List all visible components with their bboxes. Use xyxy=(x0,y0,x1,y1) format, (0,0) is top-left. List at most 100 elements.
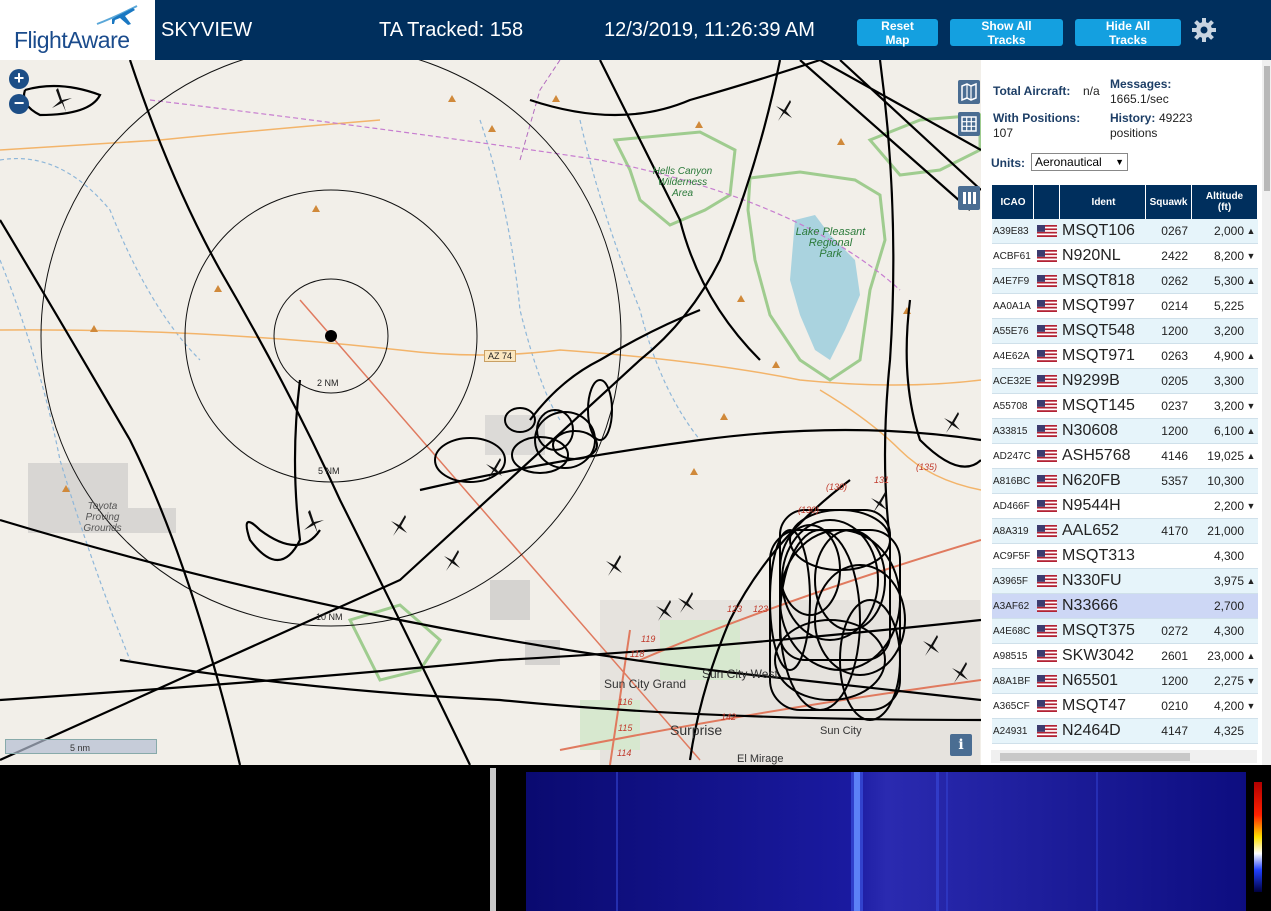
columns-toggle-button[interactable] xyxy=(958,186,980,210)
cell-altitude: 5,225 xyxy=(1192,294,1258,318)
sidebar-vertical-scroll-thumb[interactable] xyxy=(1264,66,1270,191)
table-row[interactable]: AC9F5F MSQT313 4,300 xyxy=(992,544,1258,569)
place-label-el-mirage: El Mirage xyxy=(737,753,784,765)
cell-ident: MSQT145 xyxy=(1062,397,1135,414)
altitude-value: 3,300 xyxy=(1213,374,1244,388)
zoom-in-button[interactable]: + xyxy=(9,69,29,89)
info-button[interactable]: i xyxy=(950,734,972,756)
cell-ident: MSQT106 xyxy=(1062,222,1135,239)
skyview-app: FlightAware SKYVIEW TA Tracked: 158 12/3… xyxy=(0,0,1271,911)
cell-ident: N65501 xyxy=(1062,672,1119,689)
col-header-icao[interactable]: ICAO xyxy=(992,185,1034,219)
table-row[interactable]: A4E68C MSQT375 0272 4,300 xyxy=(992,619,1258,644)
cell-icao: A33815 xyxy=(993,425,1028,437)
cell-icao: A816BC xyxy=(993,475,1031,487)
gear-icon[interactable] xyxy=(1191,17,1217,43)
messages-value: 1665.1/sec xyxy=(1110,92,1169,106)
table-row[interactable]: A3965F N330FU 3,975 ▲ xyxy=(992,569,1258,594)
cell-squawk: 0262 xyxy=(1161,274,1188,288)
altitude-value: 19,025 xyxy=(1207,449,1244,463)
cell-altitude: 3,300 xyxy=(1192,369,1258,393)
us-flag-icon xyxy=(1034,469,1060,493)
table-row[interactable]: A365CF MSQT47 0210 4,200 ▼ xyxy=(992,694,1258,719)
cell-icao: ACBF61 xyxy=(993,250,1031,262)
table-row[interactable]: A4E62A MSQT971 0263 4,900 ▲ xyxy=(992,344,1258,369)
altitude-trend-icon: ▲ xyxy=(1246,351,1256,361)
aircraft-sidebar: Total Aircraft: n/a Messages: 1665.1/sec… xyxy=(981,60,1271,765)
place-label-hells-canyon: Hells Canyon Wilderness Area xyxy=(652,166,713,199)
us-flag-icon xyxy=(1034,319,1060,343)
reset-map-button[interactable]: Reset Map xyxy=(857,19,938,47)
table-row[interactable]: A33815 N30608 1200 6,100 ▲ xyxy=(992,419,1258,444)
table-row[interactable]: A55E76 MSQT548 1200 3,200 xyxy=(992,319,1258,344)
logo-text: FlightAware xyxy=(14,27,130,53)
cell-ident: AAL652 xyxy=(1062,522,1119,539)
zoom-out-button[interactable]: − xyxy=(9,94,29,114)
table-row[interactable]: AD466F N9544H 2,200 ▼ xyxy=(992,494,1258,519)
altitude-value: 6,100 xyxy=(1213,424,1244,438)
altitude-value: 4,300 xyxy=(1213,549,1244,563)
table-row[interactable]: AD247C ASH5768 4146 19,025 ▲ xyxy=(992,444,1258,469)
altitude-value: 2,700 xyxy=(1213,599,1244,613)
cell-squawk: 1200 xyxy=(1161,324,1188,338)
us-flag-icon xyxy=(1034,244,1060,268)
table-row[interactable]: A55708 MSQT145 0237 3,200 ▼ xyxy=(992,394,1258,419)
altitude-trend-icon: ▼ xyxy=(1246,701,1256,711)
cell-ident: MSQT818 xyxy=(1062,272,1135,289)
cell-altitude: 8,200 ▼ xyxy=(1192,244,1258,268)
show-all-tracks-button[interactable]: Show All Tracks xyxy=(950,19,1063,47)
table-row[interactable]: ACBF61 N920NL 2422 8,200 ▼ xyxy=(992,244,1258,269)
cell-ident: MSQT997 xyxy=(1062,297,1135,314)
cell-squawk: 0267 xyxy=(1161,224,1188,238)
cell-squawk: 1200 xyxy=(1161,424,1188,438)
hide-all-tracks-button[interactable]: Hide All Tracks xyxy=(1075,19,1181,47)
altitude-value: 21,000 xyxy=(1207,524,1244,538)
cell-icao: AA0A1A xyxy=(993,300,1031,312)
units-select[interactable]: Aeronautical ▼ xyxy=(1031,153,1128,171)
map-view[interactable]: Hells Canyon Wilderness Area Lake Pleasant… xyxy=(0,60,981,765)
cell-squawk xyxy=(1146,569,1192,593)
cell-squawk: 4147 xyxy=(1161,724,1188,738)
cell-squawk: 0237 xyxy=(1161,399,1188,413)
us-flag-icon xyxy=(1034,419,1060,443)
flightaware-logo[interactable]: FlightAware xyxy=(0,0,155,60)
cell-altitude: 4,300 xyxy=(1192,619,1258,643)
cell-squawk xyxy=(1146,544,1192,568)
route-118: 118 xyxy=(630,649,645,659)
table-row[interactable]: A39E83 MSQT106 0267 2,000 ▲ xyxy=(992,219,1258,244)
table-row[interactable]: A816BC N620FB 5357 10,300 xyxy=(992,469,1258,494)
cell-altitude: 3,200 xyxy=(1192,319,1258,343)
col-header-ident[interactable]: Ident xyxy=(1060,185,1146,219)
history-value: 49223 xyxy=(1159,111,1193,125)
sidebar-horizontal-scroll-thumb[interactable] xyxy=(1000,753,1190,761)
cell-squawk: 0263 xyxy=(1161,349,1188,363)
us-flag-icon xyxy=(1034,719,1060,743)
route-130b: (130) xyxy=(798,505,820,515)
cell-squawk: 1200 xyxy=(1161,674,1188,688)
col-header-altitude[interactable]: Altitude (ft) xyxy=(1192,185,1258,219)
cell-icao: A4E62A xyxy=(993,350,1030,362)
altitude-trend-icon: ▼ xyxy=(1246,676,1256,686)
cell-icao: A39E83 xyxy=(993,225,1029,237)
table-row[interactable]: ACE32E N9299B 0205 3,300 xyxy=(992,369,1258,394)
table-row[interactable]: A4E7F9 MSQT818 0262 5,300 ▲ xyxy=(992,269,1258,294)
table-row[interactable]: AA0A1A MSQT997 0214 5,225 xyxy=(992,294,1258,319)
col-header-flag[interactable] xyxy=(1034,185,1060,219)
table-row[interactable]: A98515 SKW3042 2601 23,000 ▲ xyxy=(992,644,1258,669)
cell-altitude: 4,325 xyxy=(1192,719,1258,743)
table-row[interactable]: A8A319 AAL652 4170 21,000 xyxy=(992,519,1258,544)
col-header-squawk[interactable]: Squawk xyxy=(1146,185,1192,219)
cell-altitude: 4,900 ▲ xyxy=(1192,344,1258,368)
map-icon xyxy=(961,82,977,102)
cell-ident: N9544H xyxy=(1062,497,1121,514)
table-row[interactable]: A8A1BF N65501 1200 2,275 ▼ xyxy=(992,669,1258,694)
cell-altitude: 23,000 ▲ xyxy=(1192,644,1258,668)
table-row[interactable]: A3AF62 N33666 2,700 xyxy=(992,594,1258,619)
scale-label: 5 nm xyxy=(70,743,91,753)
map-layers-button[interactable] xyxy=(958,80,980,104)
table-row[interactable]: A24931 N2464D 4147 4,325 xyxy=(992,719,1258,744)
cell-altitude: 3,200 ▼ xyxy=(1192,394,1258,418)
us-flag-icon xyxy=(1034,394,1060,418)
grid-toggle-button[interactable] xyxy=(958,112,980,136)
table-header: ICAO Ident Squawk Altitude (ft) xyxy=(992,185,1258,219)
